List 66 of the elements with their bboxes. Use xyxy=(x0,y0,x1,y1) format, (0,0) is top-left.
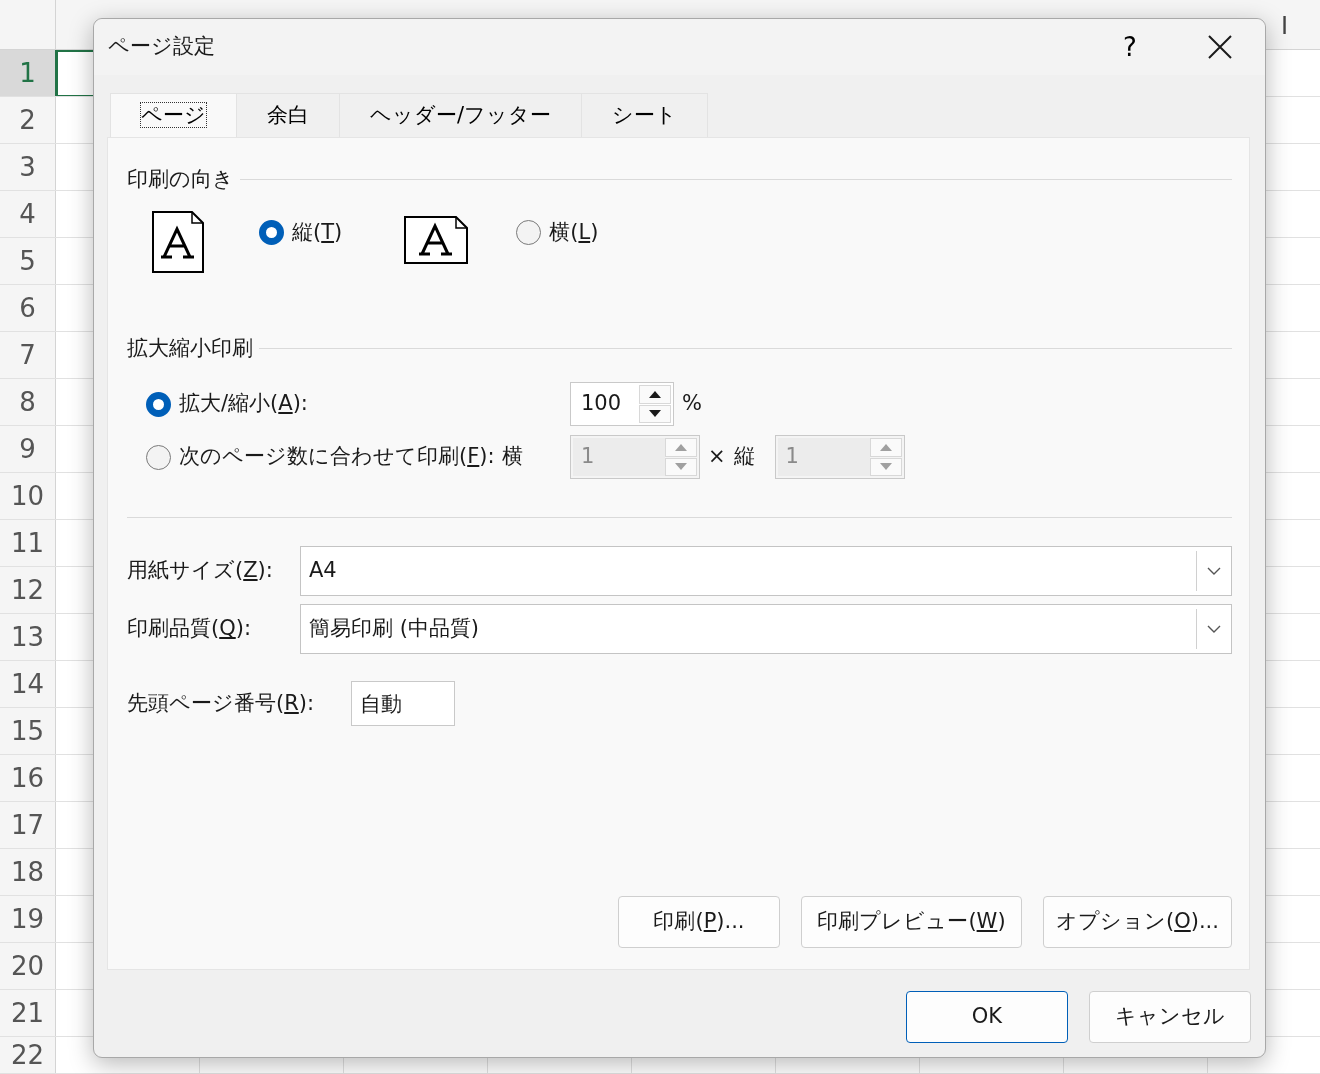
close-icon[interactable] xyxy=(1208,35,1232,59)
dialog-title: ページ設定 xyxy=(108,33,216,61)
row-header[interactable]: 6 xyxy=(0,285,56,331)
row-header[interactable]: 15 xyxy=(0,708,56,754)
button[interactable]: オプション(O)... xyxy=(1043,896,1232,948)
row-header[interactable]: 13 xyxy=(0,614,56,660)
dimension-label: 縦 xyxy=(733,443,755,471)
dropdown[interactable]: A4 xyxy=(300,546,1232,596)
down-triangle-icon xyxy=(675,463,687,471)
number-field[interactable]: 100 xyxy=(573,385,639,423)
row-header[interactable]: 16 xyxy=(0,755,56,801)
option-label: 拡大/縮小(A): xyxy=(179,390,308,418)
row-header[interactable]: 19 xyxy=(0,896,56,942)
field-label: 用紙サイズ(Z): xyxy=(127,557,274,585)
radio-button[interactable] xyxy=(516,219,542,245)
up-triangle-icon xyxy=(649,390,661,398)
times-sign: × xyxy=(708,443,726,471)
row-header[interactable]: 14 xyxy=(0,661,56,707)
button[interactable]: OK xyxy=(906,991,1068,1043)
row-header[interactable]: 21 xyxy=(0,990,56,1036)
down-triangle-icon xyxy=(879,463,892,471)
option-label: 横(L) xyxy=(549,218,599,246)
portrait-page-icon xyxy=(152,210,204,273)
landscape-page-icon xyxy=(404,215,469,264)
input-field[interactable]: 自動 xyxy=(351,681,455,726)
up-triangle-icon xyxy=(879,443,892,451)
row-header[interactable]: 10 xyxy=(0,473,56,519)
option-label: 次のページ数に合わせて印刷(F): xyxy=(179,443,495,471)
option-label: 縦(T) xyxy=(292,218,343,246)
row-header[interactable]: 22 xyxy=(0,1037,56,1073)
row-header[interactable]: 18 xyxy=(0,849,56,895)
chevron-down-icon xyxy=(1207,567,1221,575)
unit-label: % xyxy=(682,390,702,418)
button[interactable]: 印刷プレビュー(W) xyxy=(801,896,1022,948)
section-heading: 印刷の向き xyxy=(127,166,234,193)
chevron-down-icon xyxy=(1207,625,1221,633)
button[interactable]: キャンセル xyxy=(1089,991,1251,1043)
field-label: 先頭ページ番号(R): xyxy=(127,689,316,717)
row-header[interactable]: 17 xyxy=(0,802,56,848)
spin-down-button[interactable] xyxy=(639,404,671,423)
row-header[interactable]: 5 xyxy=(0,238,56,284)
row-header[interactable]: 2 xyxy=(0,97,56,143)
row-header[interactable]: 8 xyxy=(0,379,56,425)
help-button[interactable]: ? xyxy=(1085,19,1175,75)
row-header[interactable]: 7 xyxy=(0,332,56,378)
dimension-label: 横 xyxy=(502,443,524,471)
radio-button[interactable] xyxy=(146,391,171,417)
field-label: 印刷品質(Q): xyxy=(127,615,252,643)
dropdown[interactable]: 簡易印刷 (中品質) xyxy=(300,604,1232,654)
section-heading: 拡大縮小印刷 xyxy=(127,334,253,362)
row-header[interactable]: 1 xyxy=(0,50,56,96)
row-header[interactable]: 3 xyxy=(0,144,56,190)
spin-box[interactable]: 100 xyxy=(570,382,674,426)
row-header[interactable]: 20 xyxy=(0,943,56,989)
row-header[interactable]: 4 xyxy=(0,191,56,237)
row-header[interactable]: 12 xyxy=(0,567,56,613)
row-header[interactable]: 9 xyxy=(0,426,56,472)
radio-button[interactable] xyxy=(259,219,284,245)
spin-up-button[interactable] xyxy=(639,385,671,404)
column-header[interactable]: I xyxy=(1280,8,1288,44)
down-triangle-icon xyxy=(649,410,661,418)
tab[interactable]: シート xyxy=(581,93,709,137)
button[interactable]: 印刷(P)... xyxy=(618,896,780,948)
row-header[interactable]: 11 xyxy=(0,520,56,566)
up-triangle-icon xyxy=(675,443,687,451)
tab[interactable]: ページ xyxy=(110,93,237,137)
